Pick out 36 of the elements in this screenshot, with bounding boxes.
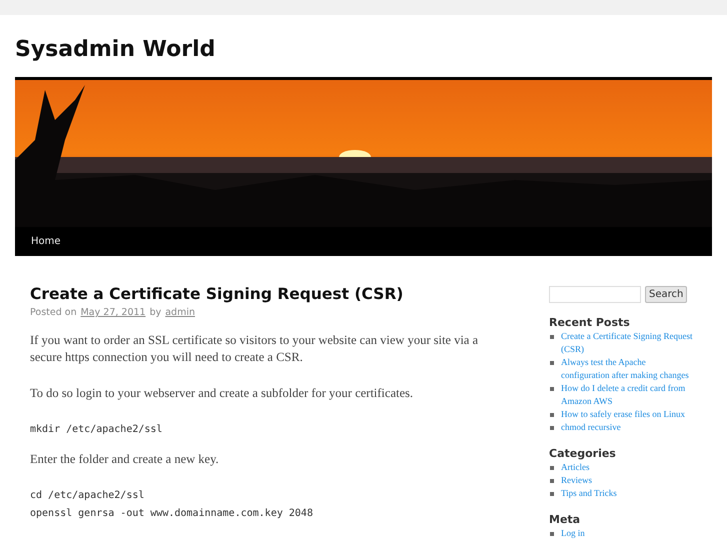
search-field[interactable] [549, 286, 641, 303]
posted-on-label: Posted on [30, 307, 77, 318]
bullet-icon [550, 335, 554, 339]
site-title[interactable]: Sysadmin World [15, 15, 216, 77]
sidebar-link[interactable]: Create a Certificate Signing Request (CSR) [561, 330, 695, 356]
sidebar-link[interactable]: Log in [561, 527, 585, 540]
bullet-icon [550, 466, 554, 470]
nav-link[interactable]: Home [31, 236, 61, 247]
paragraph: To do so login to your webserver and create a subfolder for your certificates. [30, 386, 414, 400]
bullet-icon [550, 479, 554, 483]
bullet-icon [550, 361, 554, 365]
code-line: cd /etc/apache2/ssl [30, 489, 144, 503]
sidebar-link[interactable]: Tips and Tricks [561, 487, 617, 500]
paragraph: Enter the folder and create a new key. [30, 452, 219, 466]
code-line: mkdir /etc/apache2/ssl [30, 423, 162, 437]
widget-title: Categories [549, 447, 616, 461]
bullet-icon [550, 387, 554, 391]
bullet-icon [550, 426, 554, 430]
sidebar-link[interactable]: Articles [561, 461, 590, 474]
sidebar-link[interactable]: How do I delete a credit card from Amazon AWS [561, 382, 695, 408]
bullet-icon [550, 492, 554, 496]
date-link[interactable]: May 27, 2011 [80, 307, 146, 318]
post-title[interactable]: Create a Certificate Signing Request (CSR) [30, 283, 404, 305]
widget-title: Meta [549, 513, 580, 527]
by-label: by [150, 307, 162, 318]
sidebar-link[interactable]: Reviews [561, 474, 592, 487]
author-link[interactable]: admin [165, 307, 196, 318]
bullet-icon [550, 532, 554, 536]
search-button[interactable]: Search [645, 286, 688, 303]
sidebar-link[interactable]: chmod recursive [561, 421, 621, 434]
code-line: openssl genrsa -out www.domainname.com.key 2048 [30, 507, 313, 521]
paragraph: If you want to order an SSL certificate so visitors to your website can view your site via a secure https connection you will need to create a CSR. [30, 333, 478, 364]
sidebar-link[interactable]: How to safely erase files on Linux [561, 408, 685, 421]
sidebar-link[interactable]: Always test the Apache configuration after making changes [561, 356, 695, 382]
widget-title: Recent Posts [549, 316, 630, 330]
bullet-icon [550, 413, 554, 417]
